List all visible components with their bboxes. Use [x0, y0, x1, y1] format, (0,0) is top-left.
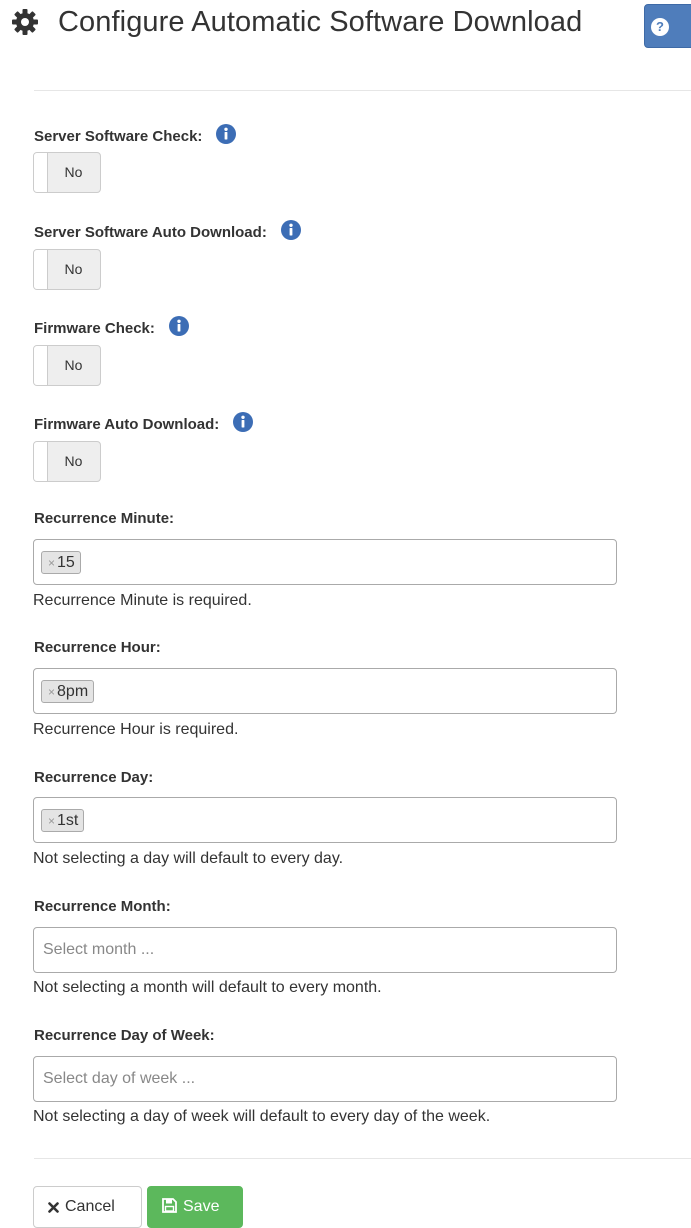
cancel-label: Cancel	[65, 1198, 115, 1215]
info-icon[interactable]	[216, 124, 237, 144]
save-button[interactable]: Save	[147, 1186, 243, 1228]
toggle-value: No	[64, 164, 83, 180]
recurrence-day-of-week-help: Not selecting a day of week will default…	[33, 1108, 491, 1125]
recurrence-minute-select[interactable]: × 15	[33, 539, 617, 585]
recurrence-hour-help: Recurrence Hour is required.	[33, 721, 239, 738]
recurrence-month-label: Recurrence Month:	[34, 898, 171, 915]
selected-chip: × 1st	[41, 809, 85, 832]
toggle-handle[interactable]	[34, 346, 48, 385]
toggle-value: No	[64, 453, 83, 469]
save-label: Save	[183, 1198, 220, 1215]
footer-divider	[34, 1158, 691, 1159]
gear-icon	[12, 9, 38, 35]
chip-remove-icon[interactable]: ×	[48, 556, 55, 570]
chip-remove-icon[interactable]: ×	[48, 685, 55, 699]
recurrence-day-help: Not selecting a day will default to ever…	[33, 850, 344, 867]
cancel-button[interactable]: Cancel	[33, 1186, 142, 1228]
label-text: Server Software Check:	[34, 128, 203, 145]
toggle-value: No	[64, 261, 83, 277]
server-software-check-label: Server Software Check:	[34, 124, 237, 145]
recurrence-minute-help: Recurrence Minute is required.	[33, 592, 252, 609]
question-circle-icon: ?	[651, 18, 669, 36]
server-software-auto-download-label: Server Software Auto Download:	[34, 220, 301, 241]
chip-value: 8pm	[57, 683, 89, 700]
recurrence-hour-label: Recurrence Hour:	[34, 639, 161, 656]
toggle-handle[interactable]	[34, 153, 48, 192]
toggle-value: No	[64, 357, 83, 373]
label-text: Firmware Auto Download:	[34, 416, 220, 433]
recurrence-day-label: Recurrence Day:	[34, 769, 154, 786]
close-icon	[48, 1202, 59, 1213]
server-software-check-toggle[interactable]: No	[33, 152, 101, 193]
info-icon[interactable]	[168, 316, 189, 336]
month-placeholder: Select month ...	[43, 941, 155, 958]
recurrence-day-of-week-label: Recurrence Day of Week:	[34, 1027, 215, 1044]
server-software-auto-download-toggle[interactable]: No	[33, 249, 101, 290]
recurrence-day-select[interactable]: × 1st	[33, 797, 617, 843]
firmware-auto-download-toggle[interactable]: No	[33, 441, 101, 482]
toggle-handle[interactable]	[34, 442, 48, 481]
firmware-auto-download-label: Firmware Auto Download:	[34, 412, 254, 433]
selected-chip: × 15	[41, 551, 81, 574]
chip-remove-icon[interactable]: ×	[48, 814, 55, 828]
chip-value: 1st	[57, 812, 79, 829]
recurrence-month-help: Not selecting a month will default to ev…	[33, 979, 382, 996]
help-button[interactable]: ?	[644, 4, 691, 48]
info-icon[interactable]	[280, 220, 301, 240]
recurrence-day-of-week-select[interactable]: Select day of week ...	[33, 1056, 617, 1102]
floppy-disk-icon	[162, 1198, 177, 1213]
firmware-check-label: Firmware Check:	[34, 316, 189, 337]
label-text: Server Software Auto Download:	[34, 224, 267, 241]
recurrence-month-select[interactable]: Select month ...	[33, 927, 617, 973]
label-text: Firmware Check:	[34, 320, 155, 337]
info-icon[interactable]	[233, 412, 254, 432]
header-divider	[34, 90, 691, 91]
recurrence-hour-select[interactable]: × 8pm	[33, 668, 617, 714]
day-of-week-placeholder: Select day of week ...	[43, 1070, 196, 1087]
chip-value: 15	[57, 554, 75, 571]
selected-chip: × 8pm	[41, 680, 95, 703]
page-header: Configure Automatic Software Download ?	[0, 0, 691, 60]
firmware-check-toggle[interactable]: No	[33, 345, 101, 386]
toggle-handle[interactable]	[34, 250, 48, 289]
page-title: Configure Automatic Software Download	[58, 6, 583, 38]
recurrence-minute-label: Recurrence Minute:	[34, 510, 175, 527]
